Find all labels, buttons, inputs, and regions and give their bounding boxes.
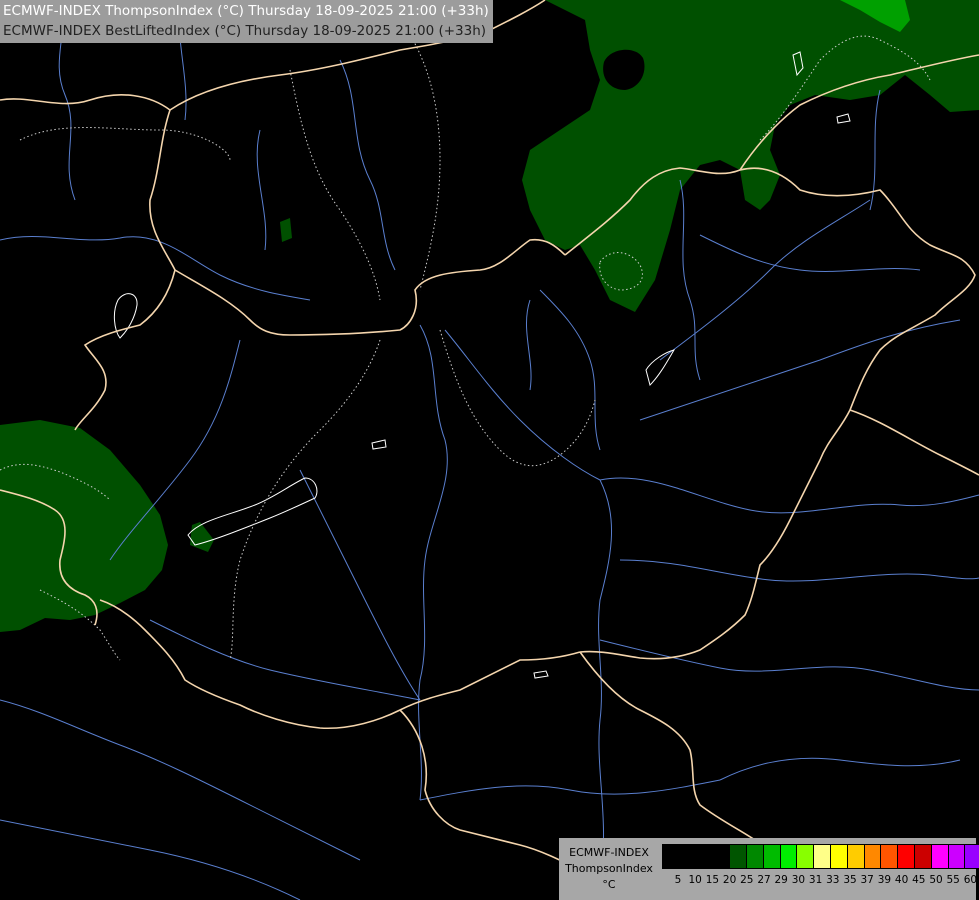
title-thompson-index: ECMWF-INDEX ThompsonIndex (°C) Thursday … [3, 3, 489, 19]
legend-swatch [931, 845, 949, 868]
legend-swatch [948, 845, 966, 868]
legend-parameter: ThompsonIndex [565, 862, 653, 875]
legend-swatch [663, 845, 680, 868]
legend-tick-label: 55 [946, 874, 960, 886]
map-background [0, 0, 979, 900]
map-title-box: ECMWF-INDEX ThompsonIndex (°C) Thursday … [0, 0, 493, 43]
legend-tick-label: 37 [860, 874, 874, 886]
legend-model: ECMWF-INDEX [569, 846, 649, 859]
legend-swatch [881, 845, 899, 868]
legend-swatch [797, 845, 815, 868]
legend-unit: °C [602, 878, 616, 891]
legend-swatch [914, 845, 932, 868]
legend-tick-label: 40 [894, 874, 909, 886]
legend-swatch [830, 845, 848, 868]
legend-swatch [696, 845, 714, 868]
legend-swatch [679, 845, 697, 868]
legend-swatch [713, 845, 731, 868]
legend-tick-label: 33 [826, 874, 840, 886]
legend-swatch [763, 845, 781, 868]
legend-tick-label: 45 [912, 874, 926, 886]
legend-tick-label: 15 [705, 874, 720, 886]
legend-swatch [898, 845, 915, 868]
legend-tick-label: 10 [688, 874, 702, 886]
legend-tick-label: 50 [929, 874, 943, 886]
forecast-map [0, 0, 979, 900]
shading-area-small-1 [280, 218, 292, 242]
legend-tick-label: 60 [963, 874, 978, 886]
legend-swatch [746, 845, 764, 868]
legend-tick-label: 29 [774, 874, 788, 886]
legend-tick-label: 5 [674, 874, 682, 886]
legend-tick-label: 25 [740, 874, 754, 886]
title-best-lifted-index: ECMWF-INDEX BestLiftedIndex (°C) Thursda… [3, 23, 487, 39]
legend-ticks: 5 10 15 20 25 27 29 30 31 33 35 37 39 40 45 50 55 60 [662, 874, 978, 888]
legend-swatch [814, 845, 831, 868]
legend-swatch [847, 845, 865, 868]
legend-tick-label: 27 [757, 874, 771, 886]
color-legend: ECMWF-INDEX ThompsonIndex °C 5 10 15 20 25 27… [559, 838, 979, 900]
legend-tick-label: 35 [843, 874, 857, 886]
legend-swatches [662, 844, 979, 869]
legend-swatch [864, 845, 882, 868]
legend-tick-label: 39 [877, 874, 892, 886]
legend-swatch [965, 845, 979, 868]
legend-tick-label: 31 [808, 874, 823, 886]
legend-tick-label: 20 [722, 874, 737, 886]
legend-tick-label: 30 [791, 874, 806, 886]
legend-swatch [780, 845, 798, 868]
legend-swatch [730, 845, 747, 868]
